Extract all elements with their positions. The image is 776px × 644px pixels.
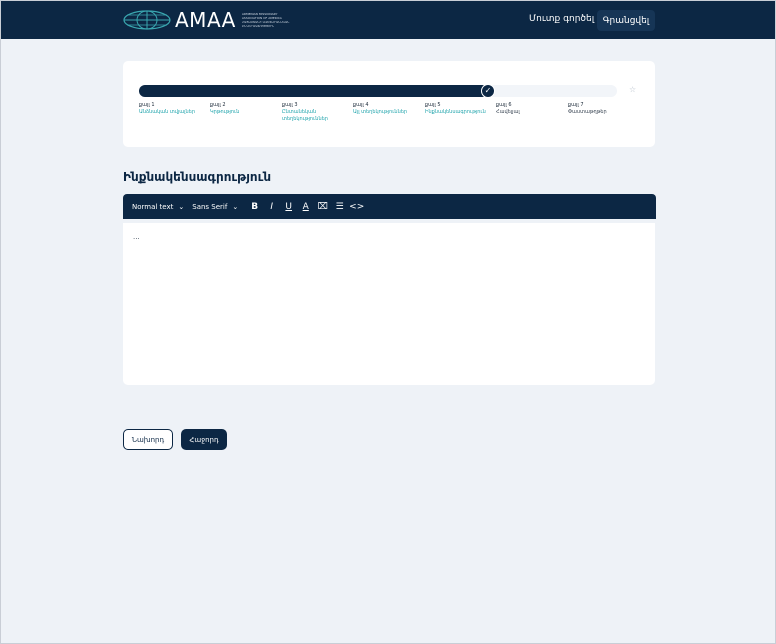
star-icon: ☆ [629,85,637,94]
logo-wordmark: AMAA [175,8,236,32]
logo-tagline: ARMENIAN MISSIONARY ASSOCIATION OF AMERI… [241,12,290,28]
globe-logo-icon [123,10,171,30]
step-label: Փաստաթղթեր [568,109,607,115]
step-7[interactable]: քայլ 7 Փաստաթղթեր [568,102,634,116]
editor-toolbar: Normal text ⌄ Sans Serif ⌄ B I U A ⌧ ☰ <… [123,194,656,219]
list-button[interactable]: ☰ [331,202,348,212]
step-2[interactable]: քայլ 2 Կրթություն [210,102,276,116]
step-label: Անձնական տվյալներ [139,109,196,115]
step-3[interactable]: քայլ 3 Ընտանեկան տեղեկություններ [282,102,348,123]
progress-fill [139,85,488,97]
clear-format-button[interactable]: ⌧ [314,202,331,212]
code-button[interactable]: <> [348,202,365,212]
step-label: Ինքնակենսագրություն [425,109,486,115]
italic-button[interactable]: I [263,202,280,212]
step-label: Կրթություն [210,109,240,115]
register-button[interactable]: Գրանցվել [597,10,655,31]
font-color-button[interactable]: A [297,202,314,212]
step-1[interactable]: քայլ 1 Անձնական տվյալներ [139,102,205,116]
check-icon: ✓ [481,84,495,98]
previous-button[interactable]: Նախորդ [123,429,173,450]
step-5[interactable]: քայլ 5 Ինքնակենսագրություն [425,102,491,116]
step-label: Այլ տեղեկություններ [353,109,408,115]
step-label: Ընտանեկան տեղեկություններ [282,109,328,122]
font-family-select[interactable]: Sans Serif ⌄ [192,203,238,211]
page-title: Ինքնակենսագրություն [123,170,272,184]
chevron-down-icon: ⌄ [232,202,239,211]
stepper-card: ✓ ☆ քայլ 1 Անձնական տվյալներ քայլ 2 Կրթո… [123,61,655,147]
amaa-logo[interactable]: AMAA ARMENIAN MISSIONARY ASSOCIATION OF … [123,10,314,30]
text-format-select[interactable]: Normal text ⌄ [132,203,184,211]
top-navbar: AMAA ARMENIAN MISSIONARY ASSOCIATION OF … [1,1,775,39]
editor-content[interactable]: ... [133,233,140,241]
next-button[interactable]: Հաջորդ [181,429,227,450]
biography-editor[interactable]: ... [123,223,655,385]
chevron-down-icon: ⌄ [178,202,185,211]
step-label: Հավելյալ [496,109,520,115]
step-4[interactable]: քայլ 4 Այլ տեղեկություններ [353,102,419,116]
step-6[interactable]: քայլ 6 Հավելյալ [496,102,562,116]
underline-button[interactable]: U [280,202,297,212]
bold-button[interactable]: B [246,202,263,212]
progress-track: ✓ [139,84,617,98]
login-link[interactable]: Մուտք գործել [529,14,594,24]
